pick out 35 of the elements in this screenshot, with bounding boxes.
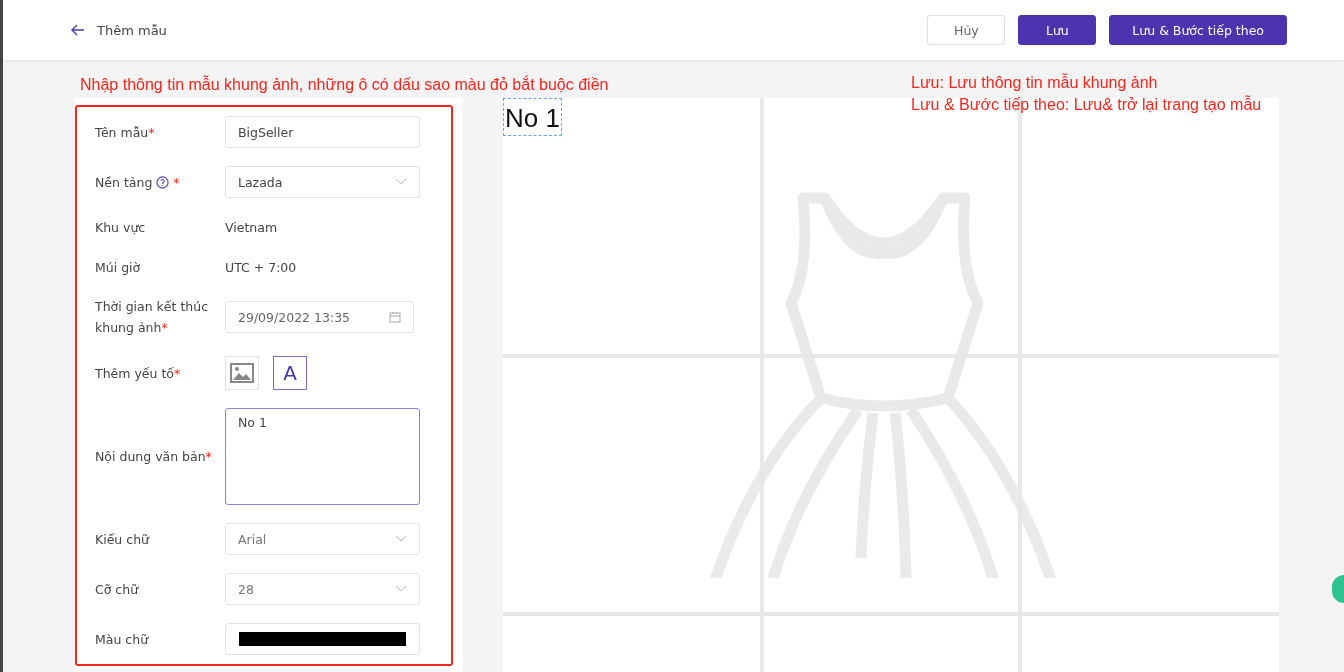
back-arrow-icon[interactable] xyxy=(71,24,85,36)
field-label: Nội dung văn bản* xyxy=(95,448,212,466)
text-element[interactable]: No 1 xyxy=(503,98,562,136)
date-picker[interactable]: 29/09/2022 13:35 xyxy=(225,301,414,333)
field-label: Nền tảng xyxy=(95,173,153,192)
text-input[interactable]: BigSeller xyxy=(225,116,420,148)
field-label: Tên mẫu* xyxy=(95,123,155,142)
required-mark: * xyxy=(173,173,180,192)
image-element-button[interactable] xyxy=(225,356,259,390)
chevron-down-icon xyxy=(395,178,407,186)
chevron-down-icon xyxy=(395,585,407,593)
annotation-text: Nhập thông tin mẫu khung ảnh, những ô có dấu sao màu đỏ bắt buộc điền xyxy=(80,76,609,94)
field-label: Múi giờ xyxy=(95,258,141,277)
annotation-text: Lưu & Bước tiếp theo: Lưu& trở lại trang tạo mẫu xyxy=(911,94,1262,115)
dropdown[interactable]: Lazada xyxy=(225,166,420,198)
field-label: Khu vực xyxy=(95,218,146,237)
field-label: Cỡ chữ xyxy=(95,580,139,599)
save-button[interactable]: Lưu & Bước tiếp theo xyxy=(1109,15,1287,45)
cancel-button[interactable]: Hủy xyxy=(927,15,1006,45)
field-label: Thêm yếu tố* xyxy=(95,364,181,383)
text-area[interactable]: No 1 xyxy=(225,408,420,505)
dropdown[interactable]: 28 xyxy=(225,573,420,605)
text-element-button[interactable]: A xyxy=(273,356,307,390)
field-label: Kiểu chữ xyxy=(95,530,149,549)
field-label: Thời gian kết thúc khung ảnh* xyxy=(95,298,210,337)
field-value: Vietnam xyxy=(225,219,278,235)
annotation-text: Lưu: Lưu thông tin mẫu khung ảnh xyxy=(911,72,1159,93)
save-button[interactable]: Lưu xyxy=(1018,15,1097,45)
field-label: Màu chữ xyxy=(95,630,149,649)
chevron-down-icon xyxy=(395,535,407,543)
page-title: Thêm mẫu xyxy=(97,22,167,38)
dropdown[interactable]: Arial xyxy=(225,523,420,555)
field-value: UTC + 7:00 xyxy=(225,259,297,275)
calendar-icon[interactable] xyxy=(389,311,401,323)
color-field[interactable] xyxy=(225,623,420,655)
